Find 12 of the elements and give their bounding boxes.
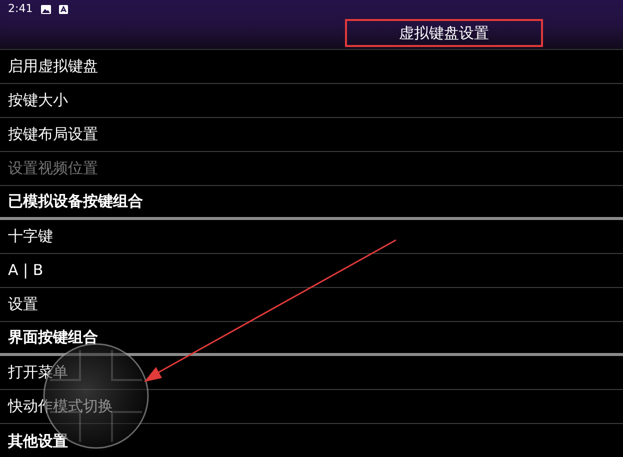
image-icon	[40, 4, 51, 14]
screen-title: 虚拟键盘设置	[345, 19, 543, 47]
settings-item[interactable]: 启用虚拟键盘	[0, 50, 623, 84]
section-header: 已模拟设备按键组合	[0, 186, 623, 220]
section-header: 其他设置	[7, 430, 69, 452]
settings-item[interactable]: 十字键	[0, 220, 623, 254]
status-time: 2:41	[8, 0, 33, 17]
keyboard-status-icon	[58, 4, 68, 14]
settings-item[interactable]: 按键大小	[0, 84, 623, 118]
settings-item[interactable]: 设置	[0, 288, 623, 322]
settings-item[interactable]: A | B	[0, 254, 623, 288]
settings-item[interactable]: 按键布局设置	[0, 118, 623, 152]
